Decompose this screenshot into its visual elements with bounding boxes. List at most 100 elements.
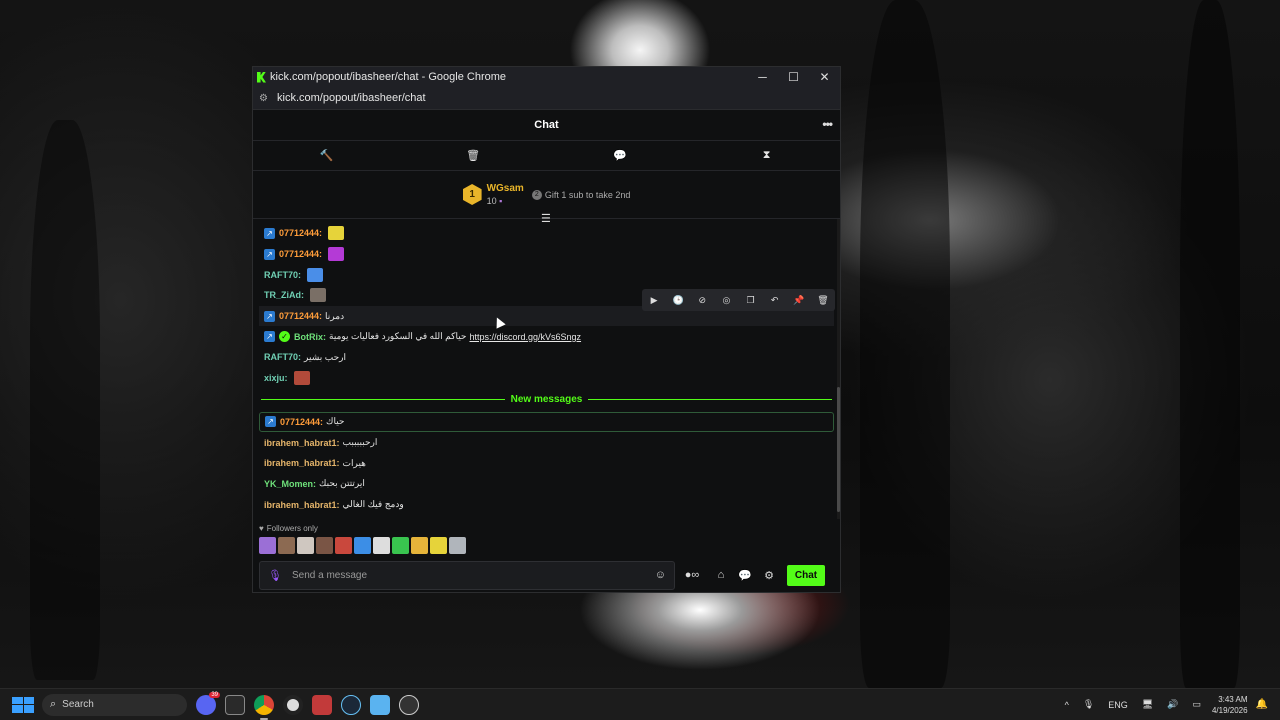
clock-date: 4/19/2026	[1211, 705, 1248, 715]
settings-icon[interactable]: ⚙	[757, 569, 781, 582]
network-icon[interactable]: 🖥	[1142, 699, 1153, 710]
chat-bubble-icon[interactable]: 💬	[547, 149, 694, 162]
recent-emote[interactable]	[259, 536, 276, 554]
kick-studio-app-icon[interactable]	[312, 694, 332, 715]
chat-title: Chat	[534, 119, 559, 131]
chat-message[interactable]: ↗ 07712444: حياك	[259, 411, 834, 433]
message-username[interactable]: 07712444:	[279, 311, 322, 321]
recent-emote[interactable]	[373, 536, 390, 554]
emote-image[interactable]	[310, 288, 326, 303]
address-bar[interactable]: ⚙ kick.com/popout/ibasheer/chat	[253, 87, 840, 110]
play-icon[interactable]: ▶	[644, 295, 664, 306]
message-text: حياك	[326, 416, 345, 427]
emote-image[interactable]	[328, 226, 345, 241]
recent-emote[interactable]	[316, 536, 333, 554]
delete-icon[interactable]: 🗑	[813, 295, 833, 306]
copy-icon[interactable]: ❐	[741, 295, 761, 306]
top-gifter-name[interactable]: WGsam	[487, 183, 524, 195]
recent-emote[interactable]	[354, 536, 371, 554]
message-username[interactable]: 07712444:	[279, 249, 322, 259]
message-input[interactable]	[291, 569, 655, 581]
store-icon[interactable]: ⌂	[709, 569, 733, 581]
obs-app-icon[interactable]	[283, 694, 303, 715]
hourglass-icon[interactable]: ⧗	[693, 149, 840, 162]
recent-emote[interactable]	[297, 536, 314, 554]
message-username[interactable]: ibrahem_habrat1:	[264, 458, 340, 468]
chat-message[interactable]: xixju:	[259, 368, 834, 389]
notifications-icon[interactable]: 🔔	[1256, 699, 1268, 710]
recent-emote[interactable]	[392, 536, 409, 554]
message-username[interactable]: 07712444:	[280, 417, 323, 427]
chat-message[interactable]: RAFT70:	[259, 264, 834, 285]
epic-games-app-icon[interactable]	[225, 694, 245, 715]
message-username[interactable]: ibrahem_habrat1:	[264, 438, 340, 448]
emote-image[interactable]	[293, 371, 310, 386]
language-indicator[interactable]: ENG	[1108, 700, 1128, 710]
message-username[interactable]: RAFT70:	[264, 270, 301, 280]
gift-sub-prompt[interactable]: 2 Gift 1 sub to take 2nd	[531, 189, 630, 200]
tray-overflow-icon[interactable]: ^	[1065, 700, 1069, 710]
undo-icon[interactable]: ↶	[765, 295, 785, 306]
site-settings-icon[interactable]: ⚙	[259, 93, 271, 104]
chat-message[interactable]: RAFT70: ارحب بشير	[259, 347, 834, 368]
emoji-icon[interactable]: ☺	[655, 569, 666, 581]
chat-options-icon[interactable]: 💬	[733, 569, 757, 582]
taskbar-search[interactable]: ⌕ Search	[42, 693, 187, 716]
pin-icon[interactable]: 📌	[789, 295, 809, 306]
chat-message[interactable]: ibrahem_habrat1: هيرات	[259, 453, 834, 474]
chrome-app-icon[interactable]	[254, 694, 274, 720]
chat-message[interactable]: ↗ ✓ BotRix: حياكم الله في السكورد فعاليات ي…	[259, 326, 834, 347]
microphone-icon[interactable]: 🎙	[268, 569, 282, 582]
taskbar-clock[interactable]: 3:43 AM 4/19/2026	[1212, 694, 1248, 716]
gavel-icon[interactable]: 🔨	[253, 149, 400, 162]
chat-scrollbar[interactable]	[837, 219, 840, 519]
message-username[interactable]: xixju:	[264, 373, 288, 383]
top-gifter[interactable]: WGsam 10 ▪	[487, 183, 524, 207]
maximize-button[interactable]: ☐	[778, 70, 809, 84]
send-chat-button[interactable]: Chat	[787, 564, 825, 586]
start-button[interactable]	[12, 696, 34, 713]
emote-image[interactable]	[307, 267, 324, 282]
recent-emote[interactable]	[449, 536, 466, 554]
recent-emote[interactable]	[411, 536, 428, 554]
chat-message[interactable]: ibrahem_habrat1: ودمج فيك الغالي	[259, 494, 834, 515]
battery-icon[interactable]: ▭	[1192, 699, 1201, 710]
message-username[interactable]: ibrahem_habrat1:	[264, 500, 340, 510]
chat-message[interactable]: ↗ 07712444:	[259, 244, 834, 265]
chat-message[interactable]: YK_Momen: ايرتتتن بحبك	[259, 474, 834, 495]
minimize-button[interactable]: ─	[747, 70, 778, 84]
message-link[interactable]: https://discord.gg/kVs6Sngz	[469, 332, 581, 342]
message-username[interactable]: 07712444:	[279, 228, 322, 238]
channel-points-icon[interactable]: ●∞	[675, 569, 709, 581]
window-title: kick.com/popout/ibasheer/chat - Google C…	[270, 71, 507, 83]
slash-icon[interactable]: ⊘	[692, 295, 712, 306]
more-options-button[interactable]: •••	[822, 117, 833, 131]
message-input-wrapper[interactable]: 🎙 ☺	[259, 560, 675, 590]
file-explorer-app-icon[interactable]	[370, 694, 390, 715]
message-text: ارحبببببب	[342, 437, 378, 448]
volume-icon[interactable]: 🔊	[1167, 699, 1178, 710]
subscriber-badge-icon: ↗	[264, 310, 275, 322]
message-username[interactable]: TR_ZiAd:	[264, 290, 304, 300]
message-username[interactable]: BotRix:	[294, 332, 326, 342]
recent-emote[interactable]	[278, 536, 295, 554]
chat-message[interactable]: ↗ 07712444:	[259, 223, 834, 244]
emote-image[interactable]	[328, 247, 345, 262]
reply-icon[interactable]: ◎	[716, 295, 736, 306]
trash-icon[interactable]: 🗑	[400, 149, 547, 162]
recent-emote[interactable]	[430, 536, 447, 554]
close-button[interactable]: ✕	[809, 70, 840, 84]
steam-app-icon[interactable]	[341, 694, 361, 715]
discord-app-icon[interactable]: 39	[196, 691, 220, 715]
message-username[interactable]: RAFT70:	[264, 352, 301, 362]
stream-app-icon[interactable]	[399, 694, 419, 715]
microphone-tray-icon[interactable]: 🎙	[1083, 699, 1094, 710]
message-text: دمرنا	[325, 310, 345, 321]
recent-emote[interactable]	[335, 536, 352, 554]
clock-icon[interactable]: 🕒	[668, 295, 688, 306]
message-username[interactable]: YK_Momen:	[264, 479, 316, 489]
message-actions-toolbar: ▶ 🕒 ⊘ ◎ ❐ ↶ 📌 🗑	[642, 289, 835, 311]
new-messages-label: New messages	[510, 394, 583, 405]
chat-message[interactable]: ibrahem_habrat1: ارحبببببب	[259, 432, 834, 453]
scroll-thumb[interactable]	[837, 387, 840, 512]
